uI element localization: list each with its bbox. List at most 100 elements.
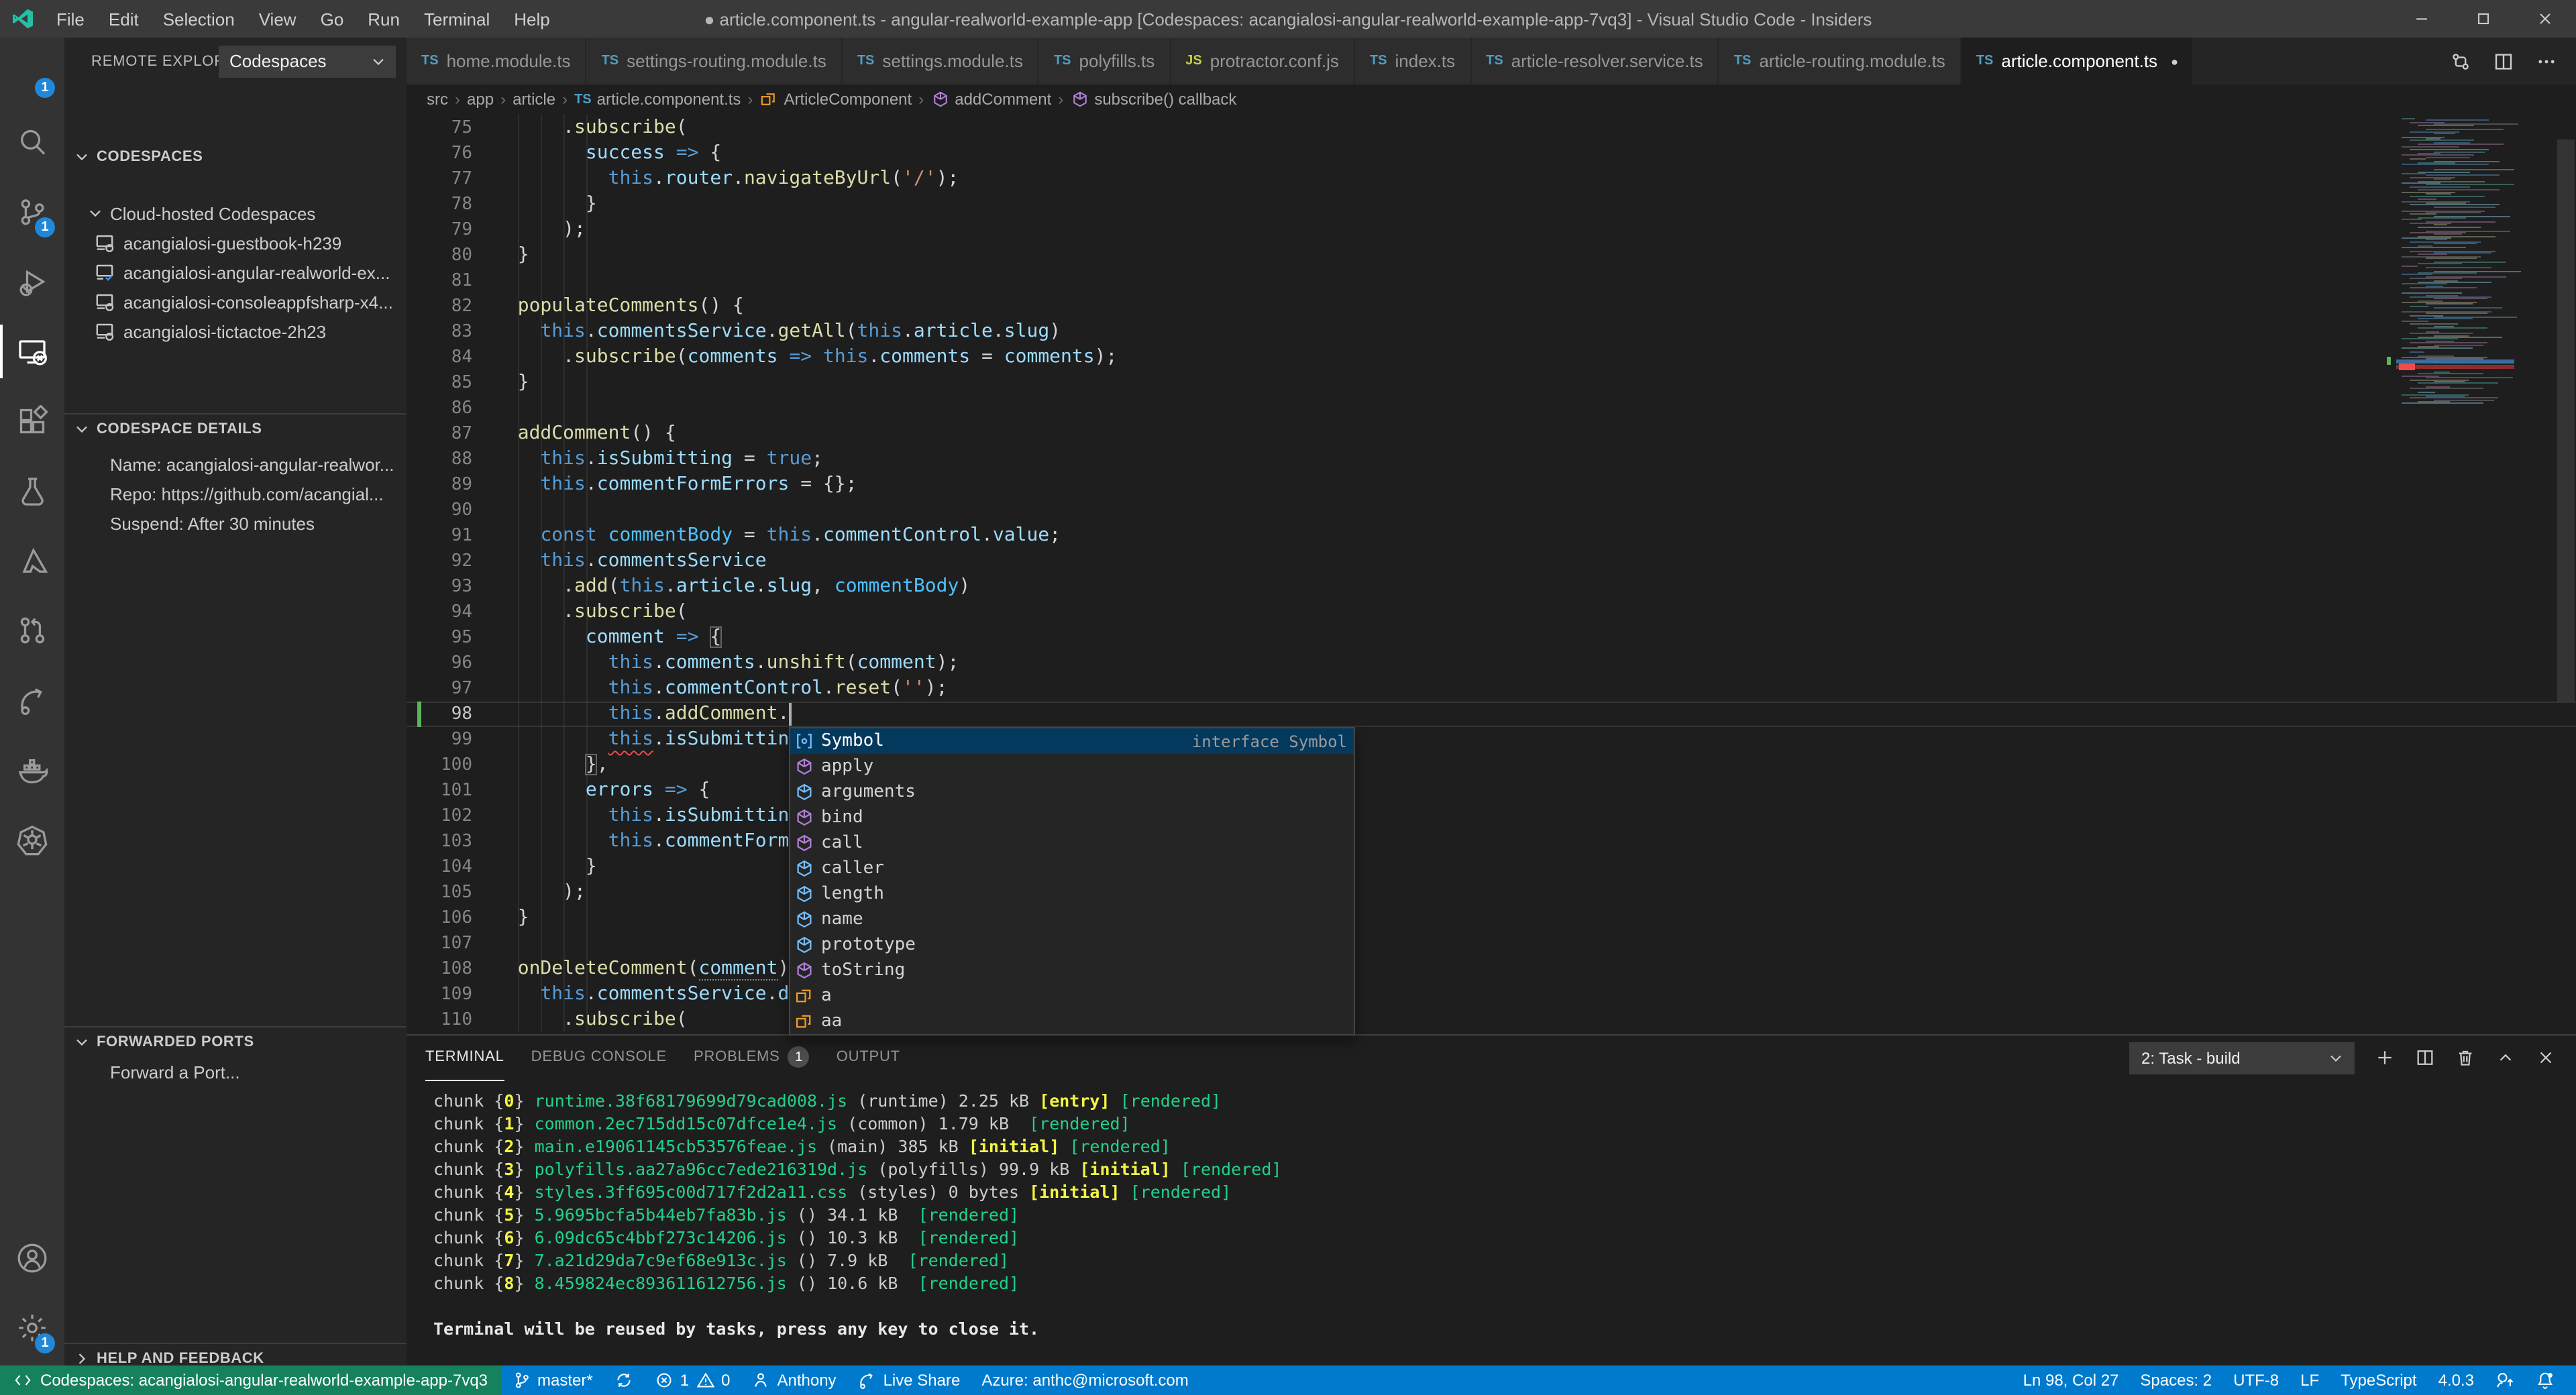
code-line[interactable]: 100 },	[407, 752, 2576, 778]
language-mode-status[interactable]: TypeScript	[2330, 1365, 2427, 1395]
code-line[interactable]: 91 const commentBody = this.commentContr…	[407, 523, 2576, 549]
code-line[interactable]: 82 populateComments() {	[407, 294, 2576, 319]
code-editor[interactable]: 75 .subscribe(76 success => {77 this.rou…	[407, 114, 2576, 1034]
live-share-status[interactable]: Live Share	[847, 1365, 971, 1395]
code-line[interactable]: 93 .add(this.article.slug, commentBody)	[407, 574, 2576, 600]
activity-kubernetes-button[interactable]	[0, 805, 64, 875]
new-terminal-button[interactable]	[2375, 1048, 2395, 1068]
code-line[interactable]: 86	[407, 396, 2576, 421]
tab-settings-routing.module.ts[interactable]: TSsettings-routing.module.ts	[587, 38, 843, 85]
panel-tab-problems[interactable]: PROBLEMS1	[694, 1035, 810, 1080]
menu-selection[interactable]: Selection	[151, 5, 247, 33]
indentation-status[interactable]: Spaces: 2	[2129, 1365, 2222, 1395]
code-line[interactable]: 105 );	[407, 880, 2576, 905]
terminal-picker-dropdown[interactable]: 2: Task - build	[2129, 1042, 2355, 1074]
git-sync-status[interactable]	[604, 1365, 644, 1395]
activity-run-debug-button[interactable]	[0, 247, 64, 317]
maximize-panel-button[interactable]	[2496, 1048, 2516, 1068]
notifications-bell[interactable]	[2525, 1365, 2565, 1395]
tab-article-routing.module.ts[interactable]: TSarticle-routing.module.ts	[1719, 38, 1962, 85]
code-line[interactable]: 79 );	[407, 217, 2576, 243]
panel-tab-debug-console[interactable]: DEBUG CONSOLE	[531, 1035, 667, 1080]
code-line[interactable]: 88 this.isSubmitting = true;	[407, 447, 2576, 472]
code-line[interactable]: 98 this.addComment.	[407, 702, 2576, 727]
code-line[interactable]: 99 this.isSubmittin	[407, 727, 2576, 752]
git-branch-status[interactable]: master*	[501, 1365, 604, 1395]
code-line[interactable]: 95 comment => {	[407, 625, 2576, 651]
codespace-detail-repo[interactable]: Repo: https://github.com/acangial...	[64, 479, 407, 508]
problems-status[interactable]: 10	[644, 1365, 741, 1395]
menu-view[interactable]: View	[247, 5, 309, 33]
tab-polyfills.ts[interactable]: TSpolyfills.ts	[1039, 38, 1171, 85]
feedback-status[interactable]	[2485, 1365, 2525, 1395]
encoding-status[interactable]: UTF-8	[2222, 1365, 2290, 1395]
activity-search-button[interactable]	[0, 107, 64, 177]
menu-go[interactable]: Go	[309, 5, 356, 33]
activity-live-share-button[interactable]	[0, 665, 64, 735]
suggest-item-length[interactable]: length	[790, 881, 1354, 907]
close-panel-button[interactable]	[2536, 1048, 2556, 1068]
activity-test-button[interactable]	[0, 456, 64, 526]
code-line[interactable]: 76 success => {	[407, 141, 2576, 166]
remote-status-codespaces[interactable]: Codespaces: acangialosi-angular-realworl…	[0, 1365, 501, 1395]
codespace-item[interactable]: acangialosi-consoleappfsharp-x4...	[64, 287, 407, 317]
codespace-item[interactable]: acangialosi-guestbook-h239	[64, 228, 407, 258]
section-codespace-details[interactable]: CODESPACE DETAILS	[64, 413, 407, 444]
activity-github-pr-button[interactable]	[0, 596, 64, 665]
breadcrumb-item[interactable]: ArticleComponent	[759, 90, 912, 109]
suggest-item-toString[interactable]: toString	[790, 958, 1354, 983]
eol-status[interactable]: LF	[2290, 1365, 2330, 1395]
code-line[interactable]: 110 .subscribe(	[407, 1007, 2576, 1033]
code-line[interactable]: 107	[407, 931, 2576, 956]
menu-run[interactable]: Run	[356, 5, 412, 33]
code-line[interactable]: 97 this.commentControl.reset('');	[407, 676, 2576, 702]
code-line[interactable]: 87 addComment() {	[407, 421, 2576, 447]
user-status[interactable]: Anthony	[741, 1365, 847, 1395]
suggest-item-name[interactable]: name	[790, 907, 1354, 932]
forward-a-port-item[interactable]: Forward a Port...	[64, 1057, 407, 1086]
code-line[interactable]: 77 this.router.navigateByUrl('/');	[407, 166, 2576, 192]
suggest-item-prototype[interactable]: prototype	[790, 932, 1354, 958]
menu-help[interactable]: Help	[502, 5, 562, 33]
activity-explorer-button[interactable]: 1	[0, 38, 64, 107]
split-editor-icon[interactable]	[2493, 50, 2514, 72]
tab-home.module.ts[interactable]: TShome.module.ts	[407, 38, 587, 85]
terminal-output[interactable]: chunk {0} runtime.38f68179699d79cad008.j…	[433, 1089, 1281, 1340]
kill-terminal-button[interactable]	[2455, 1048, 2475, 1068]
code-line[interactable]: 109 this.commentsService.d	[407, 982, 2576, 1007]
typescript-version-status[interactable]: 4.0.3	[2428, 1365, 2485, 1395]
menu-terminal[interactable]: Terminal	[412, 5, 502, 33]
tree-item-cloud-hosted-codespaces[interactable]: Cloud-hosted Codespaces	[64, 199, 407, 228]
code-line[interactable]: 81	[407, 268, 2576, 294]
editor-scrollbar[interactable]	[2557, 140, 2575, 702]
suggest-item-caller[interactable]: caller	[790, 856, 1354, 881]
panel-tab-terminal[interactable]: TERMINAL	[425, 1035, 504, 1080]
maximize-button[interactable]	[2453, 0, 2514, 38]
code-line[interactable]: 85 }	[407, 370, 2576, 396]
code-line[interactable]: 84 .subscribe(comments => this.comments …	[407, 345, 2576, 370]
code-line[interactable]: 103 this.commentForm	[407, 829, 2576, 854]
tab-index.ts[interactable]: TSindex.ts	[1355, 38, 1471, 85]
code-line[interactable]: 104 }	[407, 854, 2576, 880]
suggest-item-arguments[interactable]: arguments	[790, 779, 1354, 805]
split-terminal-button[interactable]	[2415, 1048, 2435, 1068]
section-forwarded-ports[interactable]: FORWARDED PORTS	[64, 1026, 407, 1057]
code-line[interactable]: 101 errors => {	[407, 778, 2576, 803]
suggest-item-Symbol[interactable]: Symbolinterface Symbol	[790, 728, 1354, 754]
suggest-item-call[interactable]: call	[790, 830, 1354, 856]
codespace-item[interactable]: acangialosi-angular-realworld-ex...	[64, 258, 407, 287]
breadcrumb-item[interactable]: app	[467, 90, 494, 109]
section-codespaces[interactable]: CODESPACES	[64, 142, 407, 172]
panel-tab-output[interactable]: OUTPUT	[837, 1035, 900, 1080]
tab-article.component.ts[interactable]: TSarticle.component.ts●	[1962, 38, 2194, 85]
cursor-position-status[interactable]: Ln 98, Col 27	[2012, 1365, 2130, 1395]
minimize-button[interactable]	[2391, 0, 2453, 38]
menu-edit[interactable]: Edit	[97, 5, 151, 33]
tab-article-resolver.service.ts[interactable]: TSarticle-resolver.service.ts	[1471, 38, 1719, 85]
activity-docker-button[interactable]	[0, 735, 64, 805]
breadcrumb-item[interactable]: article	[513, 90, 555, 109]
more-actions-icon[interactable]	[2536, 50, 2557, 72]
breadcrumb-item[interactable]: addComment	[930, 90, 1051, 109]
minimap[interactable]	[2396, 115, 2514, 1033]
activity-settings-button[interactable]: 1	[0, 1293, 64, 1363]
